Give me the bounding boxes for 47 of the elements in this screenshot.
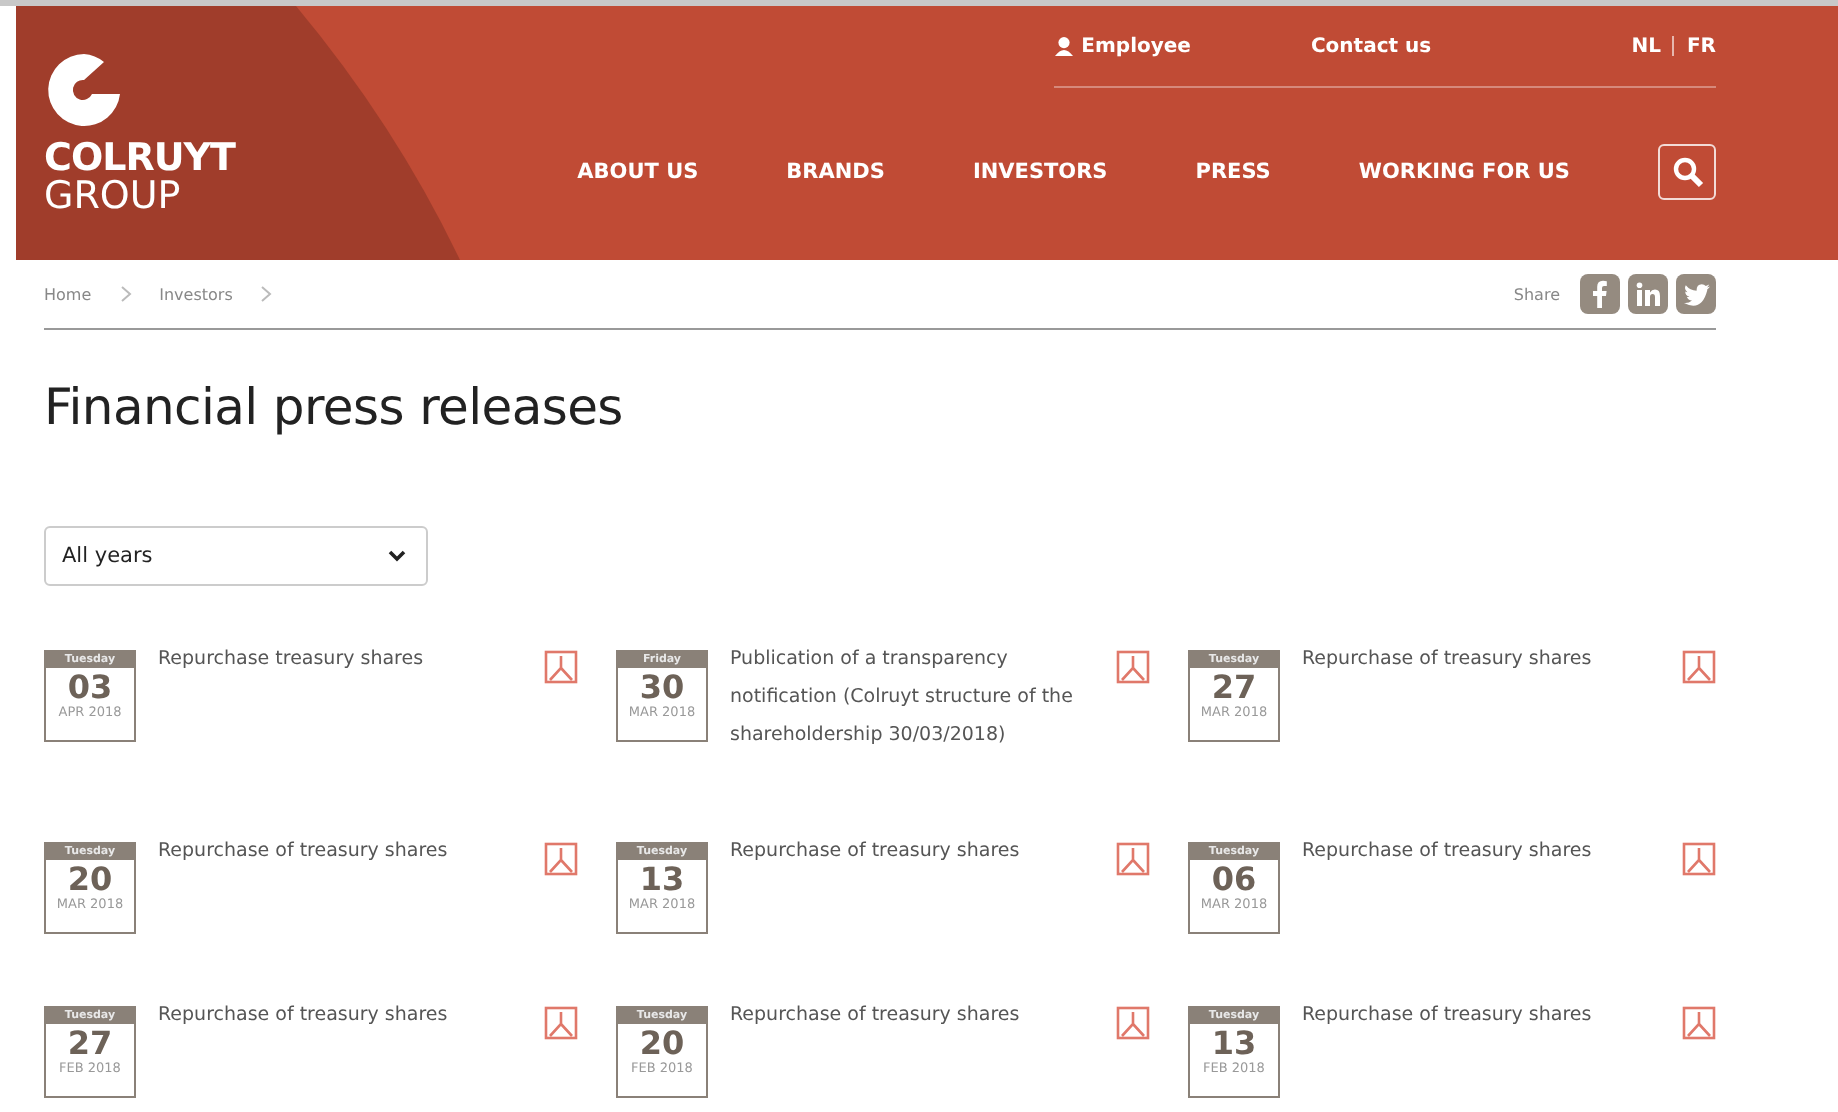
twitter-icon bbox=[1683, 283, 1709, 305]
logo-icon bbox=[44, 50, 124, 130]
search-button[interactable] bbox=[1658, 144, 1716, 200]
year-dropdown[interactable]: All years bbox=[44, 526, 428, 586]
chevron-icon bbox=[260, 286, 273, 302]
chevron-icon bbox=[119, 286, 132, 302]
pdf-icon[interactable] bbox=[544, 1006, 578, 1040]
page-title: Financial press releases bbox=[44, 378, 625, 436]
release-link[interactable]: Repurchase of treasury shares bbox=[730, 996, 1094, 1034]
pdf-icon[interactable] bbox=[544, 842, 578, 876]
release-link[interactable]: Repurchase of treasury shares bbox=[730, 832, 1094, 870]
release-link[interactable]: Repurchase of treasury shares bbox=[158, 832, 522, 870]
linkedin-button[interactable] bbox=[1628, 274, 1668, 314]
pdf-icon[interactable] bbox=[1116, 842, 1150, 876]
breadcrumb-link[interactable]: Investors bbox=[159, 285, 233, 303]
share-label: Share bbox=[1513, 285, 1560, 303]
release-link[interactable]: Publication of a transparency notification (Colruyt structure of the shareholdership 30/03/2018) bbox=[730, 640, 1094, 754]
language-link[interactable]: FR bbox=[1686, 35, 1716, 57]
pdf-icon[interactable] bbox=[1682, 650, 1716, 684]
logo-text: COLRUYT bbox=[44, 140, 238, 178]
twitter-button[interactable] bbox=[1676, 274, 1716, 314]
release-link[interactable]: Repurchase of treasury shares bbox=[1302, 832, 1666, 870]
pdf-icon[interactable] bbox=[1116, 1006, 1150, 1040]
release-link[interactable]: Repurchase of treasury shares bbox=[1302, 996, 1666, 1034]
release-link[interactable]: Repurchase of treasury shares bbox=[158, 996, 522, 1034]
nav-item[interactable]: WORKING FOR US bbox=[1358, 160, 1570, 184]
linkedin-icon bbox=[1636, 282, 1660, 306]
pdf-icon[interactable] bbox=[544, 650, 578, 684]
nav-item[interactable]: BRANDS bbox=[786, 160, 885, 184]
top-link[interactable]: Contact us bbox=[1310, 35, 1432, 57]
release-link[interactable]: Repurchase of treasury shares bbox=[1302, 640, 1666, 678]
chevron-down-icon bbox=[388, 550, 406, 562]
pdf-icon[interactable] bbox=[1682, 1006, 1716, 1040]
facebook-button[interactable] bbox=[1580, 274, 1620, 314]
search-icon bbox=[1671, 156, 1703, 188]
breadcrumb-link[interactable]: Home bbox=[44, 285, 92, 303]
logo-text: GROUP bbox=[44, 178, 183, 216]
nav-item[interactable]: INVESTORS bbox=[972, 160, 1108, 184]
nav-item[interactable]: PRESS bbox=[1195, 160, 1271, 184]
person-icon bbox=[1053, 36, 1074, 56]
language-link[interactable]: NL bbox=[1631, 35, 1661, 57]
nav-item[interactable]: ABOUT US bbox=[577, 160, 699, 184]
facebook-icon bbox=[1592, 280, 1608, 308]
pdf-icon[interactable] bbox=[1682, 842, 1716, 876]
top-link[interactable]: Employee bbox=[1053, 35, 1191, 57]
pdf-icon[interactable] bbox=[1116, 650, 1150, 684]
release-link[interactable]: Repurchase treasury shares bbox=[158, 640, 522, 678]
